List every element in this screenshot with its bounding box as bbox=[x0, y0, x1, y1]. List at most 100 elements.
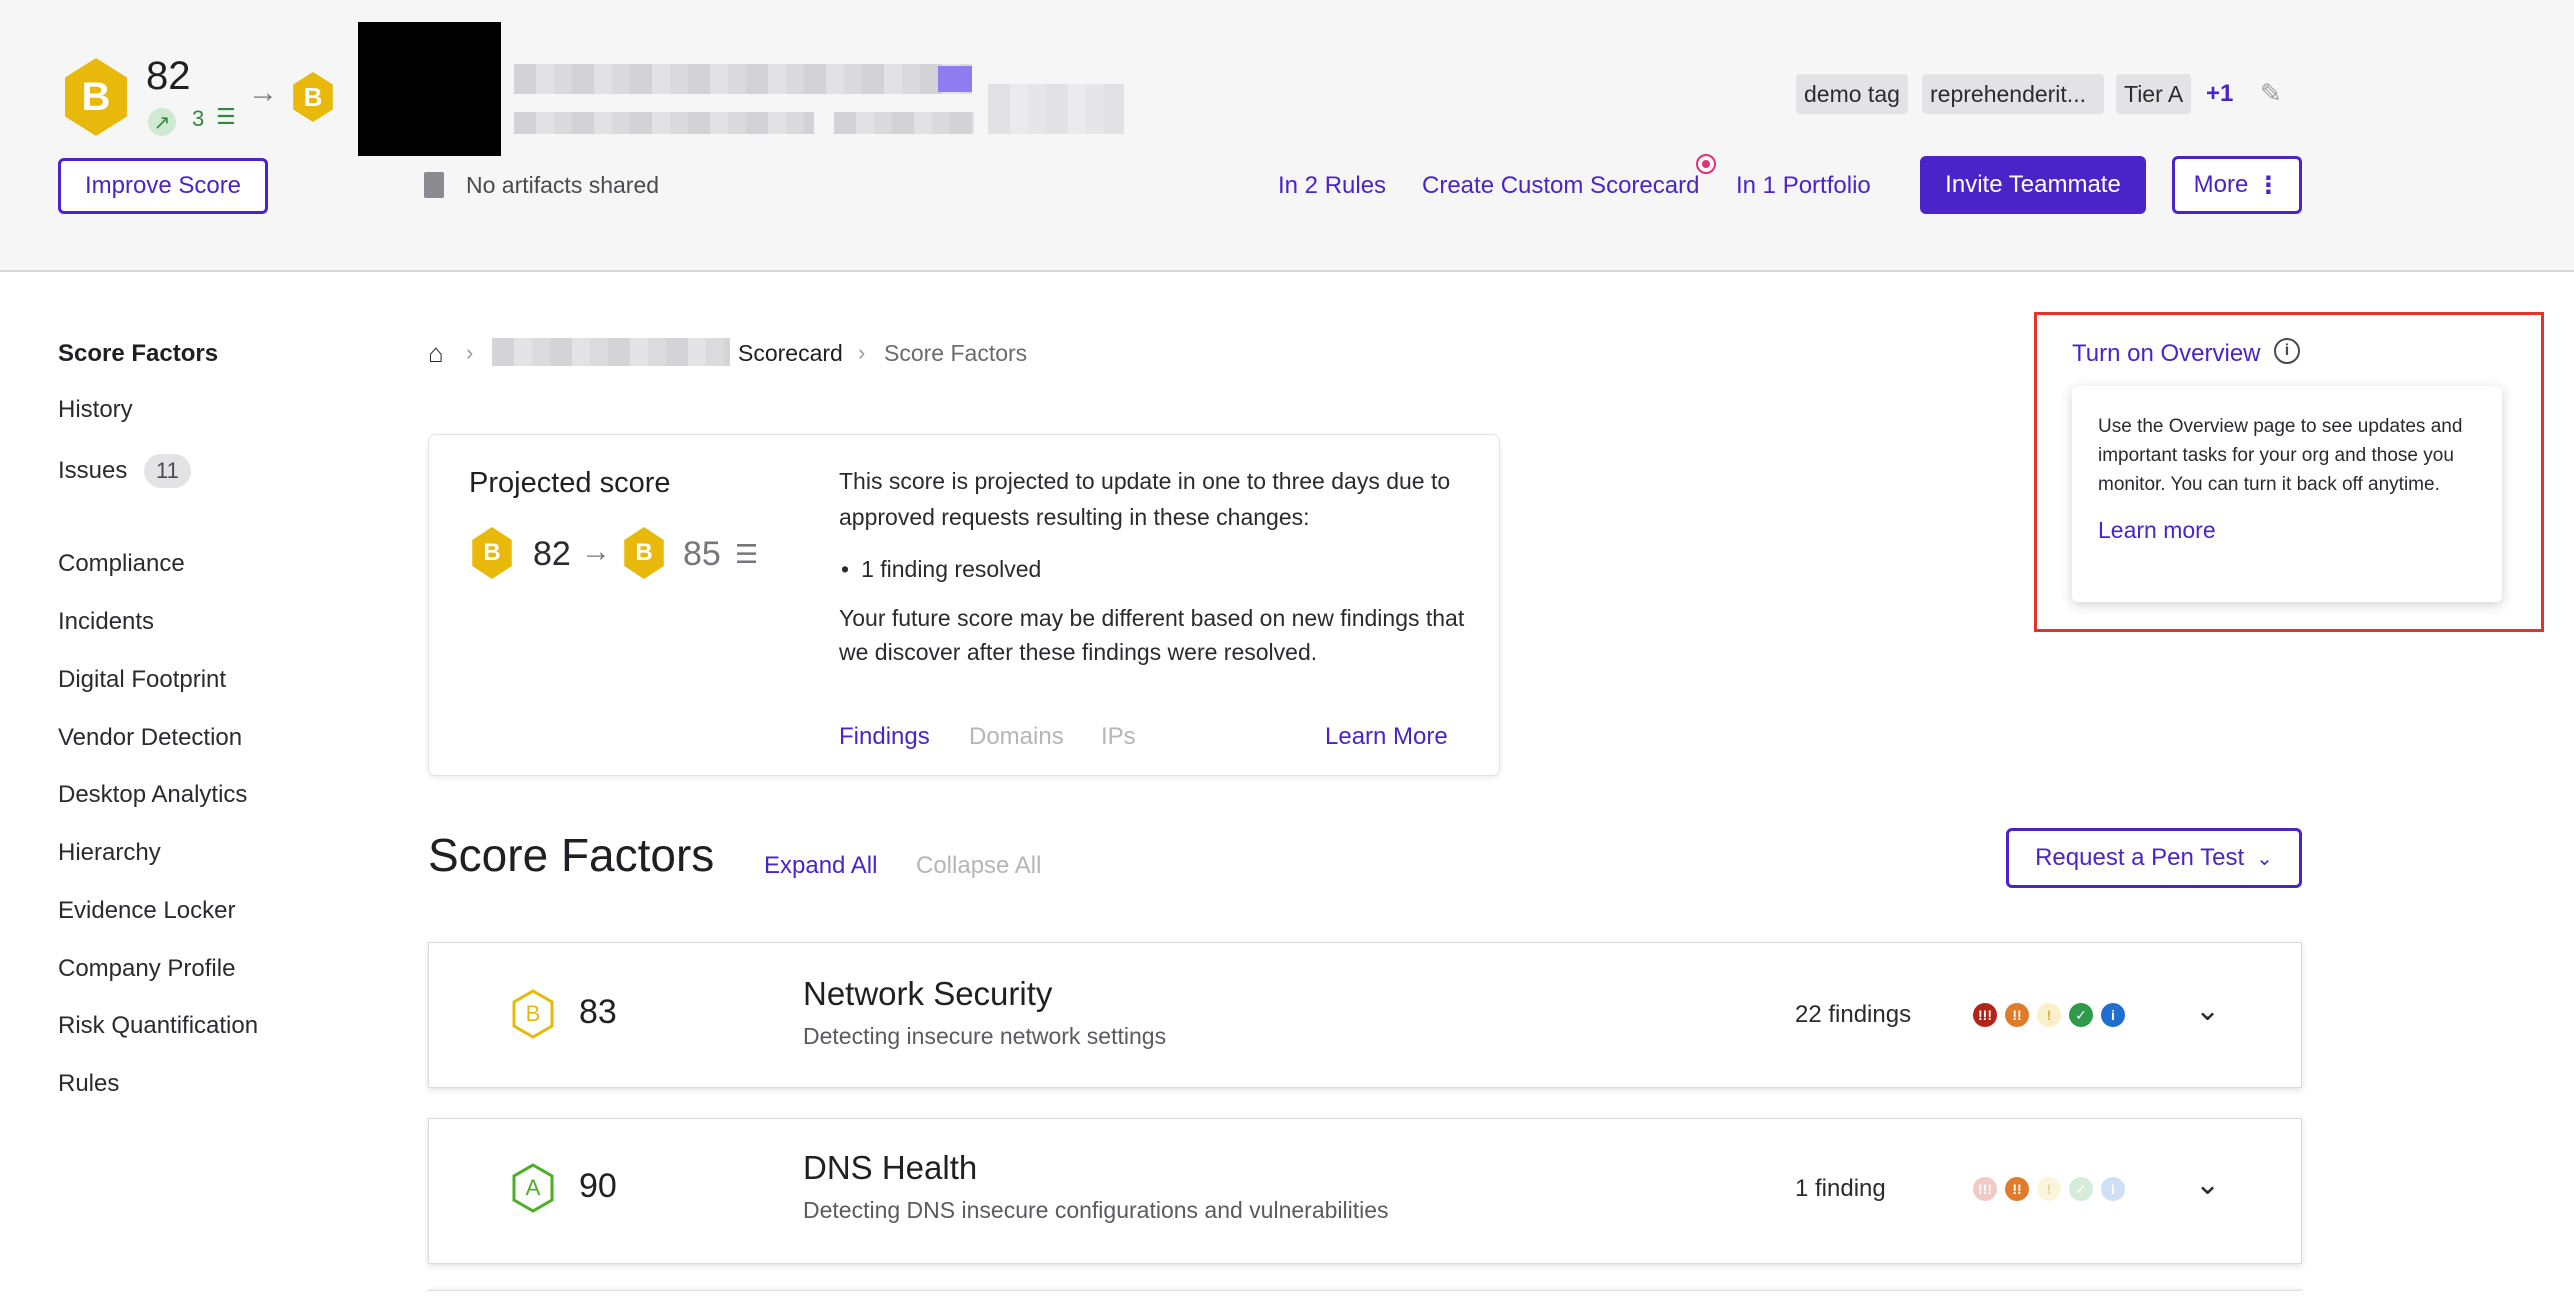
home-icon[interactable]: ⌂ bbox=[428, 338, 444, 369]
invite-teammate-button[interactable]: Invite Teammate bbox=[1920, 156, 2146, 214]
severity-info-icon: i bbox=[2101, 1177, 2125, 1201]
request-pen-test-button[interactable]: Request a Pen Test ⌄ bbox=[2006, 828, 2302, 888]
projected-note: Your future score may be different based… bbox=[839, 605, 1465, 665]
factor-grade-letter: A bbox=[525, 1175, 541, 1200]
edit-tags-icon[interactable]: ✎ bbox=[2260, 78, 2282, 109]
breadcrumb-chevron-icon: › bbox=[466, 340, 474, 365]
sidebar-item-incidents[interactable]: Incidents bbox=[58, 608, 154, 636]
issues-count-badge: 11 bbox=[144, 454, 191, 488]
severity-positive-icon: ✓ bbox=[2069, 1003, 2093, 1027]
sidebar-item-issues[interactable]: Issues 11 bbox=[58, 454, 191, 488]
sidebar-item-risk-quantification[interactable]: Risk Quantification bbox=[58, 1012, 258, 1040]
severity-info-icon: i bbox=[2101, 1003, 2125, 1027]
tag-reprehenderit: reprehenderit... bbox=[1922, 74, 2104, 114]
expand-chevron-icon[interactable]: ⌄ bbox=[2195, 1167, 2220, 1202]
grade-badge: B bbox=[65, 58, 127, 136]
checklist-icon: ☰ bbox=[216, 104, 236, 129]
chevron-down-icon: ⌄ bbox=[2256, 847, 2273, 870]
more-button-label: More bbox=[2193, 171, 2249, 198]
severity-medium-icon: ! bbox=[2037, 1003, 2061, 1027]
factor-row-next-edge bbox=[428, 1290, 2302, 1296]
tab-ips: IPs bbox=[1101, 723, 1136, 750]
score-factors-heading: Score Factors bbox=[428, 829, 715, 881]
sidebar-item-digital-footprint[interactable]: Digital Footprint bbox=[58, 666, 226, 694]
factor-grade-badge: A bbox=[511, 1163, 555, 1213]
score-value: 82 bbox=[146, 54, 191, 98]
expand-all-link[interactable]: Expand All bbox=[764, 852, 877, 880]
severity-high-icon: !! bbox=[2005, 1177, 2029, 1201]
company-domain-redacted-2 bbox=[834, 112, 974, 134]
company-domain-redacted bbox=[514, 112, 814, 134]
severity-positive-icon: ✓ bbox=[2069, 1177, 2093, 1201]
trend-up-icon: ↗ bbox=[148, 108, 176, 136]
checklist-icon: ☰ bbox=[735, 539, 759, 569]
redacted-accent bbox=[938, 66, 972, 92]
more-button[interactable]: More ⋮ bbox=[2172, 156, 2302, 214]
projected-bullet-text: 1 finding resolved bbox=[861, 556, 1042, 582]
projected-current-score: 82 bbox=[533, 535, 571, 573]
factor-grade-badge: B bbox=[511, 989, 555, 1039]
factor-title: Network Security bbox=[803, 975, 1053, 1012]
projected-current-grade: B bbox=[472, 527, 512, 579]
overview-popover-text: Use the Overview page to see updates and… bbox=[2098, 416, 2463, 495]
factor-score: 90 bbox=[579, 1167, 617, 1205]
tags-more-link[interactable]: +1 bbox=[2206, 80, 2233, 108]
rules-link[interactable]: In 2 Rules bbox=[1278, 172, 1386, 200]
sidebar-item-vendor-detection[interactable]: Vendor Detection bbox=[58, 724, 242, 752]
projected-bullet: • 1 finding resolved bbox=[841, 556, 1042, 582]
info-icon[interactable]: i bbox=[2274, 338, 2300, 364]
arrow-right-icon: → bbox=[581, 535, 611, 568]
expand-chevron-icon[interactable]: ⌄ bbox=[2195, 993, 2220, 1028]
projected-score-card: Projected score B 82 → B 85 ☰ This score… bbox=[428, 434, 1500, 776]
artifacts-text: No artifacts shared bbox=[466, 172, 660, 198]
turn-on-overview-link[interactable]: Turn on Overview bbox=[2072, 340, 2261, 368]
sidebar-item-company-profile[interactable]: Company Profile bbox=[58, 955, 235, 983]
breadcrumb-company-redacted[interactable] bbox=[492, 338, 730, 366]
breadcrumb-current: Score Factors bbox=[884, 340, 1028, 366]
company-name-redacted bbox=[514, 64, 972, 94]
company-header: B 82 ↗ 3 ☰ → B Improve Score No artifact… bbox=[0, 0, 2574, 272]
create-custom-scorecard-link[interactable]: Create Custom Scorecard bbox=[1422, 172, 1699, 200]
tab-domains: Domains bbox=[969, 723, 1064, 750]
projected-new-grade: B bbox=[624, 527, 664, 579]
factor-row-dns-health[interactable]: A 90 DNS Health Detecting DNS insecure c… bbox=[428, 1118, 2302, 1264]
severity-medium-icon: ! bbox=[2037, 1177, 2061, 1201]
sidebar-item-history[interactable]: History bbox=[58, 396, 133, 424]
tab-findings[interactable]: Findings bbox=[839, 723, 930, 751]
factor-findings-count: 1 finding bbox=[1795, 1175, 1886, 1202]
factor-row-network-security[interactable]: B 83 Network Security Detecting insecure… bbox=[428, 942, 2302, 1088]
severity-critical-icon: !!! bbox=[1973, 1003, 1997, 1027]
tag-demo: demo tag bbox=[1796, 74, 1908, 114]
sidebar-item-issues-label: Issues bbox=[58, 457, 128, 484]
projected-description: This score is projected to update in one… bbox=[839, 468, 1451, 530]
trend-count: 3 bbox=[192, 106, 205, 131]
overview-learn-more-link[interactable]: Learn more bbox=[2098, 517, 2476, 544]
collapse-all-link: Collapse All bbox=[916, 852, 1042, 879]
projected-learn-more-link[interactable]: Learn More bbox=[1325, 723, 1448, 751]
projected-grade-badge: B bbox=[293, 72, 333, 122]
company-industry-redacted bbox=[988, 84, 1124, 134]
sidebar-item-hierarchy[interactable]: Hierarchy bbox=[58, 839, 161, 867]
sidebar-item-rules[interactable]: Rules bbox=[58, 1070, 119, 1098]
factor-grade-letter: B bbox=[525, 1001, 541, 1026]
sidebar-item-evidence-locker[interactable]: Evidence Locker bbox=[58, 897, 235, 925]
document-icon bbox=[424, 172, 444, 198]
improve-score-button[interactable]: Improve Score bbox=[58, 158, 268, 214]
tag-tier-a: Tier A bbox=[2116, 74, 2192, 114]
factor-title: DNS Health bbox=[803, 1149, 978, 1186]
sidebar-item-desktop-analytics[interactable]: Desktop Analytics bbox=[58, 781, 247, 809]
severity-high-icon: !! bbox=[2005, 1003, 2029, 1027]
sidebar-item-compliance[interactable]: Compliance bbox=[58, 550, 185, 578]
factor-score: 83 bbox=[579, 993, 617, 1031]
projected-new-score: 85 bbox=[683, 535, 721, 573]
sidebar-item-score-factors[interactable]: Score Factors bbox=[58, 340, 218, 368]
arrow-right-icon: → bbox=[248, 76, 278, 109]
factor-findings-count: 22 findings bbox=[1795, 1001, 1912, 1028]
overview-popover: Use the Overview page to see updates and… bbox=[2072, 386, 2502, 602]
projected-score-title: Projected score bbox=[469, 467, 671, 499]
breadcrumb-chevron-icon-2: › bbox=[858, 340, 866, 365]
kebab-icon: ⋮ bbox=[2256, 171, 2281, 199]
breadcrumb-scorecard[interactable]: Scorecard bbox=[738, 340, 843, 367]
portfolio-link[interactable]: In 1 Portfolio bbox=[1736, 172, 1871, 200]
severity-critical-icon: !!! bbox=[1973, 1177, 1997, 1201]
